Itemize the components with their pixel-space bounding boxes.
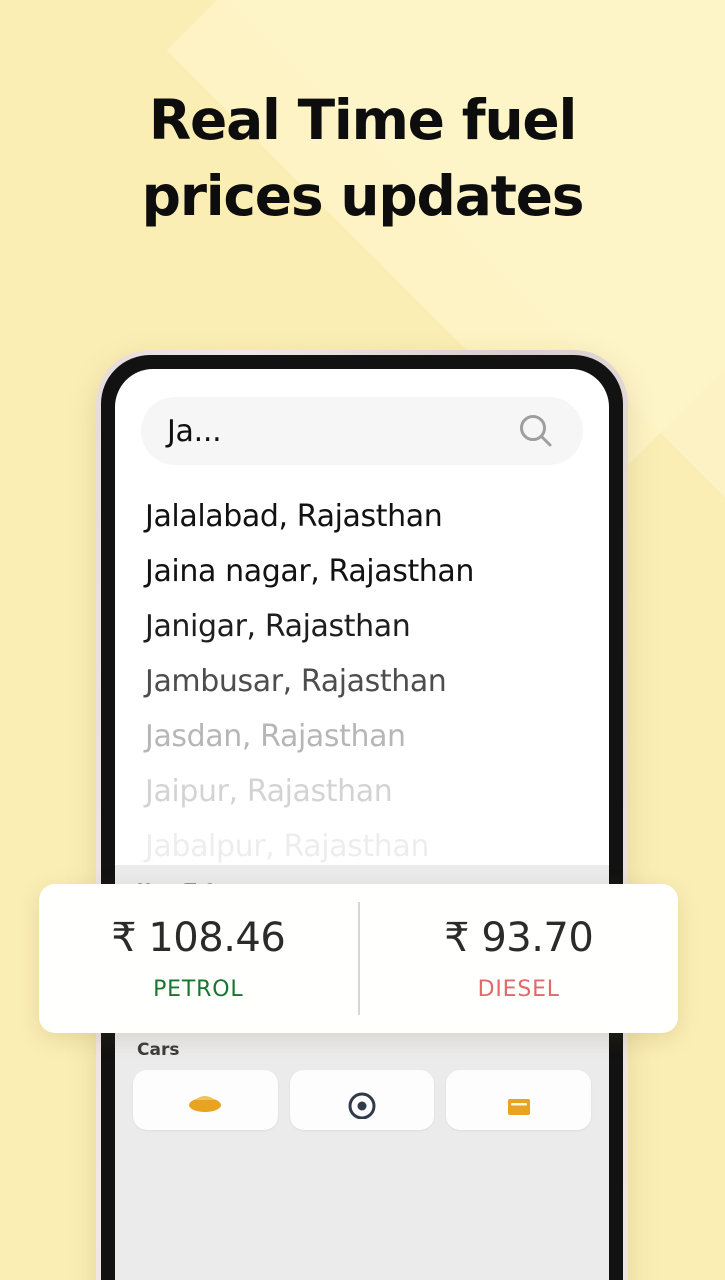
cars-tile-row bbox=[133, 1070, 592, 1130]
tile-car-2[interactable] bbox=[289, 1070, 435, 1130]
section-title-cars: Cars bbox=[137, 1040, 180, 1060]
list-item[interactable]: Jalalabad, Rajasthan bbox=[145, 489, 589, 544]
search-input-value[interactable]: Ja... bbox=[167, 414, 515, 449]
phone-screen: Ja... Jalalabad, Rajasthan Jaina nagar, … bbox=[115, 369, 609, 1280]
list-item[interactable]: Jambusar, Rajasthan bbox=[145, 654, 589, 709]
yellow-card-icon bbox=[497, 1084, 541, 1124]
list-item[interactable]: Jasdan, Rajasthan bbox=[145, 709, 589, 764]
tile-car-1[interactable] bbox=[133, 1070, 278, 1130]
phone-bezel: Ja... Jalalabad, Rajasthan Jaina nagar, … bbox=[101, 355, 623, 1280]
steering-wheel-icon bbox=[340, 1084, 384, 1124]
phone-mockup: Ja... Jalalabad, Rajasthan Jaina nagar, … bbox=[96, 350, 628, 1280]
diesel-label: DIESEL bbox=[477, 977, 560, 1002]
city-suggestion-list: Jalalabad, Rajasthan Jaina nagar, Rajast… bbox=[145, 489, 589, 874]
fuel-price-card: ₹ 108.46 PETROL ₹ 93.70 DIESEL bbox=[39, 884, 678, 1033]
petrol-price-block: ₹ 108.46 PETROL bbox=[39, 884, 358, 1033]
petrol-label: PETROL bbox=[153, 977, 244, 1002]
tile-car-3[interactable] bbox=[446, 1070, 592, 1130]
search-icon[interactable] bbox=[515, 410, 557, 452]
list-item[interactable]: Jaipur, Rajasthan bbox=[145, 764, 589, 819]
list-item[interactable]: Jaina nagar, Rajasthan bbox=[145, 544, 589, 599]
diesel-price-value: ₹ 93.70 bbox=[444, 915, 594, 961]
diesel-price-block: ₹ 93.70 DIESEL bbox=[360, 884, 679, 1033]
promo-screenshot: Real Time fuel prices updates Ja... Jala… bbox=[0, 0, 725, 1280]
list-item[interactable]: Janigar, Rajasthan bbox=[145, 599, 589, 654]
search-input[interactable]: Ja... bbox=[141, 397, 583, 465]
petrol-price-value: ₹ 108.46 bbox=[111, 915, 286, 961]
car-front-yellow-icon bbox=[183, 1084, 227, 1124]
page-title: Real Time fuel prices updates bbox=[141, 88, 585, 228]
